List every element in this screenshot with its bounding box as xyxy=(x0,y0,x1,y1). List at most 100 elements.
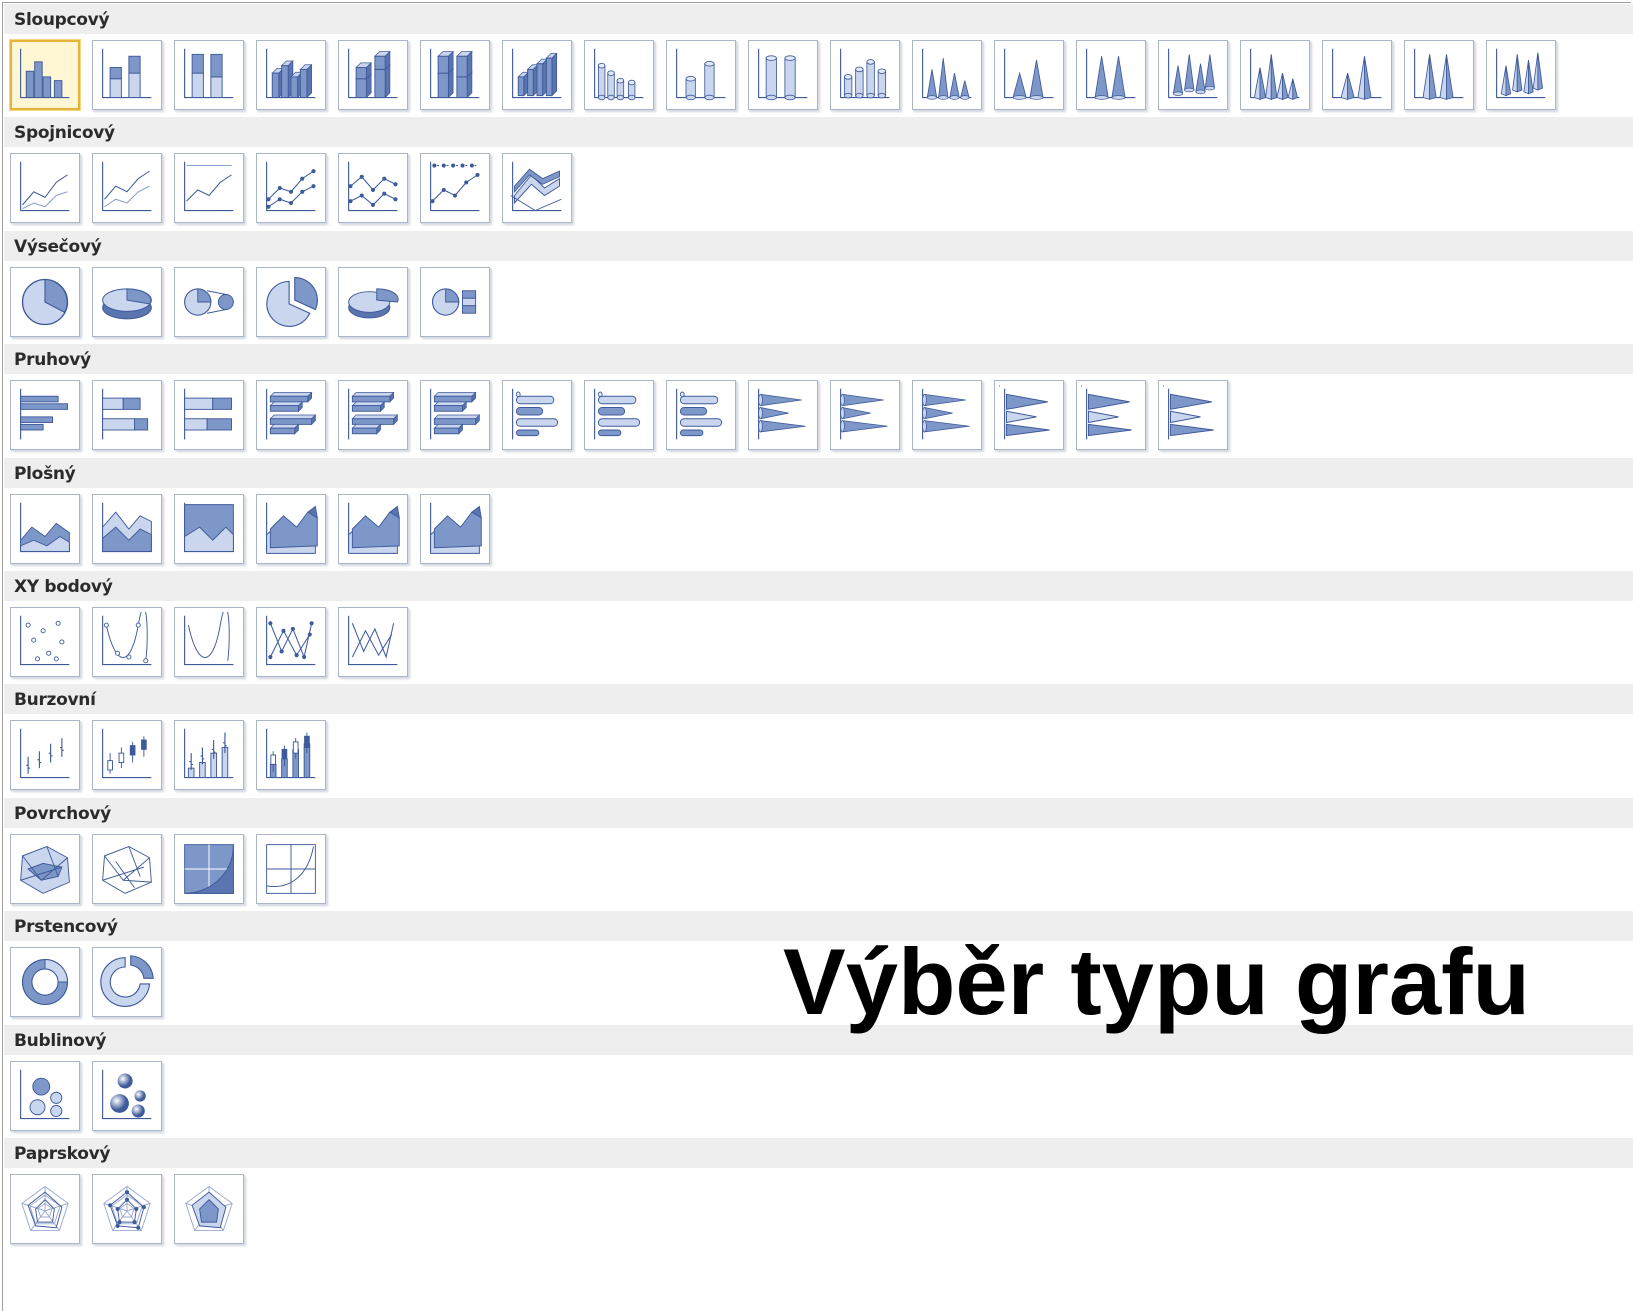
chart-subtype-button[interactable] xyxy=(92,607,162,677)
chart-subtype-button[interactable] xyxy=(92,153,162,224)
chart-subtype-button[interactable] xyxy=(420,266,490,337)
section-header: Výsečový xyxy=(4,230,1633,261)
chart-subtype-button[interactable] xyxy=(10,1174,80,1244)
chart-subtype-button[interactable] xyxy=(1158,380,1228,451)
section-title: Paprskový xyxy=(14,1144,111,1164)
chart-subtype-button[interactable] xyxy=(584,40,654,110)
chart-subtype-button[interactable] xyxy=(338,607,408,677)
section-header: Pruhový xyxy=(4,344,1633,375)
chart-subtype-button[interactable] xyxy=(748,380,818,451)
section-1: Sloupcový xyxy=(4,4,1633,122)
chart-subtype-button[interactable] xyxy=(174,266,244,337)
chart-subtype-button[interactable] xyxy=(1404,40,1474,110)
chart-subtype-button[interactable] xyxy=(92,493,162,564)
chart-subtype-button[interactable] xyxy=(10,266,80,337)
chart-subtype-button[interactable] xyxy=(1076,380,1146,451)
chart-subtype-button[interactable] xyxy=(1158,40,1228,110)
section-title: Prstencový xyxy=(14,917,118,938)
chart-subtype-button[interactable] xyxy=(994,40,1064,110)
chart-subtype-button[interactable] xyxy=(420,380,490,451)
section-header: XY bodový xyxy=(4,571,1633,601)
section-title: Výsečový xyxy=(14,236,102,257)
chart-subtype-button[interactable] xyxy=(256,266,326,337)
chart-subtype-button[interactable] xyxy=(1076,40,1146,110)
section-11: Paprskový xyxy=(4,1138,1633,1256)
chart-subtype-button[interactable] xyxy=(420,493,490,564)
chart-subtype-button[interactable] xyxy=(10,380,80,451)
chart-subtype-button[interactable] xyxy=(10,947,80,1018)
chart-subtype-button[interactable] xyxy=(830,380,900,451)
chart-subtype-button[interactable] xyxy=(256,607,326,677)
chart-subtype-button[interactable] xyxy=(338,493,408,564)
chart-subtype-button[interactable] xyxy=(10,153,80,224)
chart-subtype-button[interactable] xyxy=(1240,40,1310,110)
section-3: Výsečový xyxy=(4,230,1633,349)
section-header: Burzovní xyxy=(4,684,1633,715)
section-header: Plošný xyxy=(4,457,1633,488)
chart-subtype-button[interactable] xyxy=(338,153,408,224)
chart-subtype-button[interactable] xyxy=(10,40,80,110)
chart-subtype-button[interactable] xyxy=(92,947,162,1018)
chart-subtype-button[interactable] xyxy=(256,40,326,110)
chart-subtype-button[interactable] xyxy=(420,40,490,110)
chart-subtype-button[interactable] xyxy=(584,380,654,451)
section-header: Povrchový xyxy=(4,797,1633,828)
section-title: Spojnicový xyxy=(14,123,115,144)
section-header: Sloupcový xyxy=(4,4,1633,34)
chart-subtype-button[interactable] xyxy=(1486,40,1556,110)
section-8: Povrchový xyxy=(4,797,1633,916)
chart-subtype-button[interactable] xyxy=(256,720,326,791)
chart-subtype-button[interactable] xyxy=(666,380,736,451)
chart-subtype-button[interactable] xyxy=(912,380,982,451)
section-header: Spojnicový xyxy=(4,117,1633,148)
chart-subtype-button[interactable] xyxy=(994,380,1064,451)
chart-subtype-button[interactable] xyxy=(174,40,244,110)
chart-subtype-button[interactable] xyxy=(92,380,162,451)
chart-subtype-button[interactable] xyxy=(256,380,326,451)
chart-subtype-button[interactable] xyxy=(174,380,244,451)
section-4: Pruhový xyxy=(4,344,1633,462)
chart-subtype-button[interactable] xyxy=(174,493,244,564)
chart-subtype-button[interactable] xyxy=(92,1174,162,1244)
chart-subtype-button[interactable] xyxy=(92,40,162,110)
chart-subtype-button[interactable] xyxy=(174,720,244,791)
chart-subtype-button[interactable] xyxy=(92,266,162,337)
section-header: Paprskový xyxy=(4,1138,1633,1168)
chart-subtype-button[interactable] xyxy=(174,607,244,677)
chart-subtype-button[interactable] xyxy=(256,153,326,224)
chart-subtype-button[interactable] xyxy=(338,380,408,451)
chart-subtype-button[interactable] xyxy=(338,266,408,337)
chart-subtype-button[interactable] xyxy=(174,1174,244,1244)
chart-subtype-button[interactable] xyxy=(666,40,736,110)
chart-subtype-button[interactable] xyxy=(10,833,80,904)
section-title: Sloupcový xyxy=(14,10,110,30)
chart-subtype-button[interactable] xyxy=(502,40,572,110)
chart-subtype-button[interactable] xyxy=(174,153,244,224)
chart-subtype-button[interactable] xyxy=(92,833,162,904)
chart-subtype-button[interactable] xyxy=(1322,40,1392,110)
chart-subtype-button[interactable] xyxy=(256,833,326,904)
section-title: Povrchový xyxy=(14,803,111,824)
chart-subtype-button[interactable] xyxy=(338,40,408,110)
chart-subtype-button[interactable] xyxy=(92,1060,162,1131)
chart-subtype-button[interactable] xyxy=(10,607,80,677)
chart-subtype-button[interactable] xyxy=(502,153,572,224)
section-title: XY bodový xyxy=(14,577,113,597)
chart-subtype-button[interactable] xyxy=(912,40,982,110)
section-title: Bublinový xyxy=(14,1030,107,1051)
overlay-title: Výběr typu grafu xyxy=(783,929,1530,1034)
chart-subtype-button[interactable] xyxy=(10,720,80,791)
chart-subtype-button[interactable] xyxy=(10,1060,80,1131)
chart-subtype-button[interactable] xyxy=(174,833,244,904)
section-title: Pruhový xyxy=(14,350,91,371)
chart-subtype-button[interactable] xyxy=(10,493,80,564)
chart-subtype-button[interactable] xyxy=(92,720,162,791)
chart-subtype-button[interactable] xyxy=(420,153,490,224)
section-6: XY bodový xyxy=(4,571,1633,689)
section-title: Plošný xyxy=(14,463,76,484)
chart-subtype-button[interactable] xyxy=(748,40,818,110)
section-5: Plošný xyxy=(4,457,1633,576)
chart-subtype-button[interactable] xyxy=(830,40,900,110)
chart-subtype-button[interactable] xyxy=(256,493,326,564)
chart-subtype-button[interactable] xyxy=(502,380,572,451)
